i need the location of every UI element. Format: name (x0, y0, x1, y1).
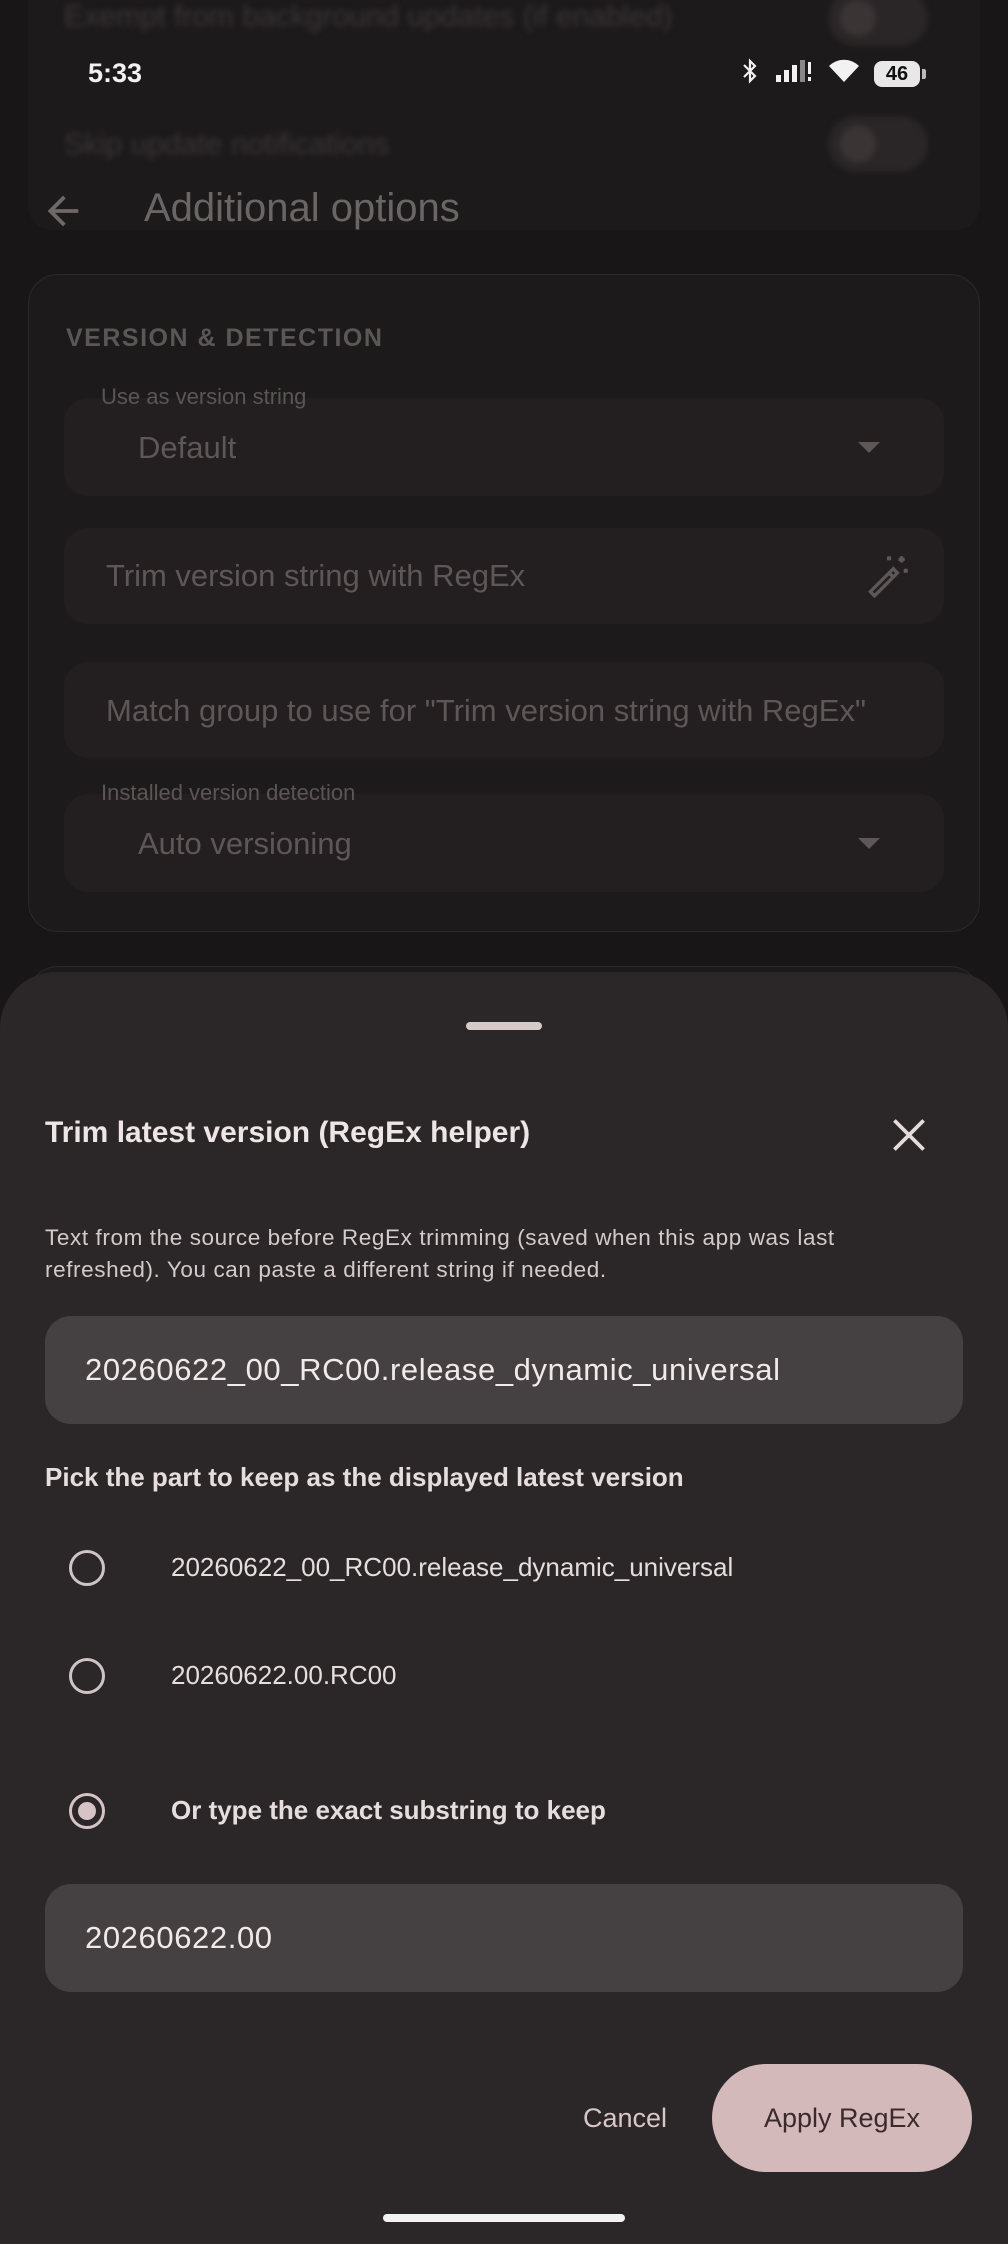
trim-regex-placeholder: Trim version string with RegEx (106, 558, 526, 593)
back-arrow-icon[interactable] (40, 188, 86, 234)
custom-substring-input[interactable] (85, 1884, 935, 1992)
cancel-button[interactable]: Cancel (560, 2070, 690, 2166)
signal-icon (774, 58, 814, 89)
pick-part-label: Pick the part to keep as the displayed l… (45, 1462, 684, 1492)
status-bar: 5:33 46 (0, 40, 1008, 110)
blurred-setting-row: Exempt from background updates (if enabl… (64, 0, 673, 33)
detection-value: Auto versioning (138, 826, 352, 861)
battery-icon: 46 (874, 60, 926, 87)
custom-substring-field[interactable] (45, 1884, 963, 1992)
radio-button-selected[interactable] (69, 1793, 105, 1829)
source-text-input[interactable] (85, 1316, 935, 1424)
dropdown-caret-icon (858, 442, 880, 453)
radio-button[interactable] (69, 1658, 105, 1694)
dropdown-caret-icon (858, 838, 880, 849)
close-icon[interactable] (884, 1110, 934, 1160)
status-time: 5:33 (88, 58, 143, 88)
status-icons: 46 (740, 58, 926, 89)
option-label: 20260622.00.RC00 (171, 1660, 397, 1690)
sheet-drag-handle[interactable] (466, 1022, 542, 1030)
option-custom-substring[interactable]: Or type the exact substring to keep (45, 1765, 963, 1861)
detection-label: Installed version detection (101, 780, 356, 805)
option-label: Or type the exact substring to keep (171, 1795, 606, 1825)
version-string-label: Use as version string (101, 384, 307, 409)
home-indicator[interactable] (383, 2214, 625, 2222)
sheet-title: Trim latest version (RegEx helper) (45, 1116, 531, 1149)
bluetooth-icon (740, 58, 760, 89)
page-title: Additional options (144, 186, 460, 230)
option-normalized-version[interactable]: 20260622.00.RC00 (45, 1630, 963, 1726)
section-title: VERSION & DETECTION (66, 324, 384, 352)
source-text-field[interactable] (45, 1316, 963, 1424)
option-label: 20260622_00_RC00.release_dynamic_univers… (171, 1552, 734, 1582)
sheet-description: Text from the source before RegEx trimmi… (45, 1225, 835, 1282)
blurred-toggle (828, 116, 928, 172)
apply-regex-button[interactable]: Apply RegEx (712, 2064, 972, 2172)
version-string-value: Default (138, 430, 237, 465)
option-full-string[interactable]: 20260622_00_RC00.release_dynamic_univers… (45, 1522, 963, 1618)
magic-wand-icon[interactable] (862, 550, 912, 600)
match-group-placeholder: Match group to use for "Trim version str… (106, 693, 866, 728)
wifi-icon (828, 58, 860, 89)
blurred-setting-row: Skip update notifications (64, 128, 390, 161)
radio-button[interactable] (69, 1550, 105, 1586)
